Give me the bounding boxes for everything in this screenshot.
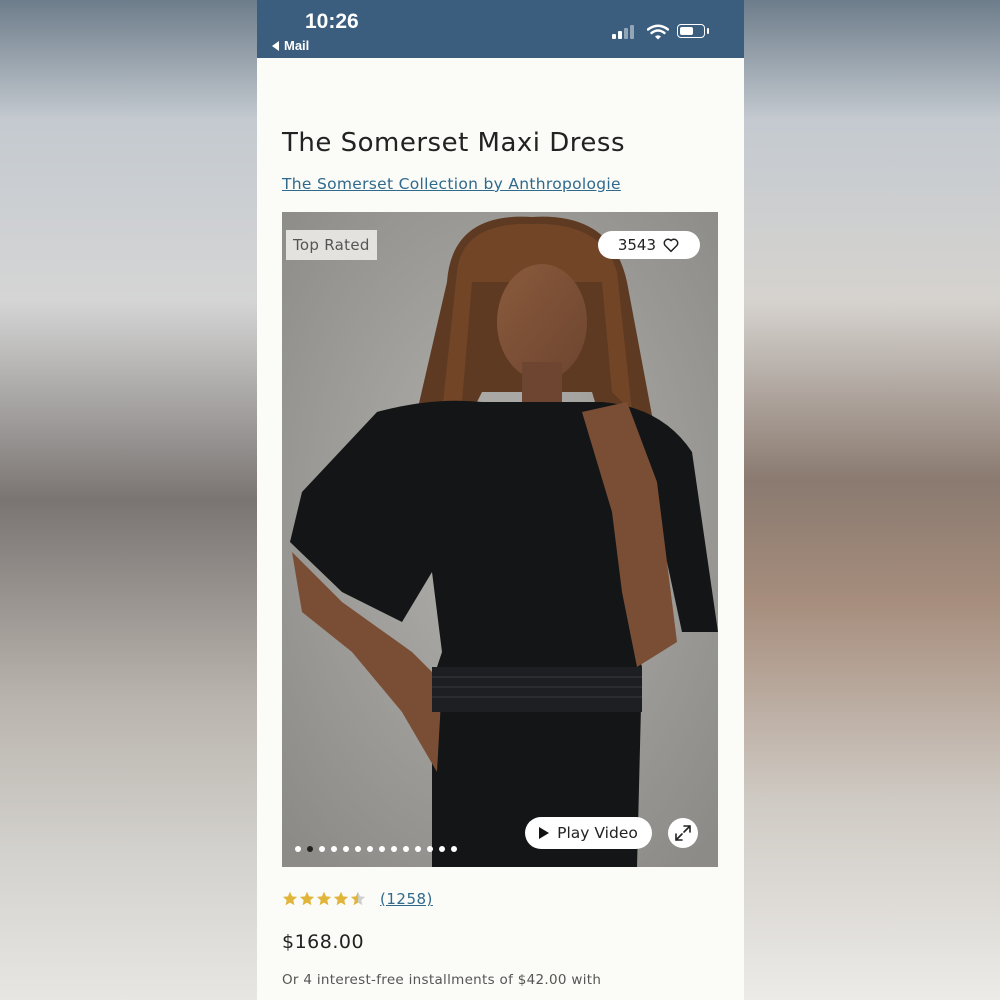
carousel-dot[interactable] bbox=[439, 846, 445, 852]
play-video-button[interactable]: Play Video bbox=[525, 817, 652, 849]
product-title: The Somerset Maxi Dress bbox=[282, 128, 626, 158]
status-bar: 10:26 Mail bbox=[257, 0, 744, 58]
rating-row: (1258) bbox=[282, 890, 433, 908]
star-rating bbox=[282, 891, 367, 907]
star-icon bbox=[333, 891, 349, 906]
carousel-dot[interactable] bbox=[367, 846, 373, 852]
expand-image-button[interactable] bbox=[668, 818, 698, 848]
phone-screen: 10:26 Mail The Somerset Maxi Dress The S… bbox=[257, 0, 744, 1000]
back-to-mail-button[interactable]: Mail bbox=[272, 38, 309, 53]
star-icon bbox=[350, 891, 366, 906]
like-button[interactable]: 3543 bbox=[597, 231, 700, 259]
reviews-link[interactable]: (1258) bbox=[380, 890, 433, 908]
carousel-dot[interactable] bbox=[295, 846, 301, 852]
product-photo bbox=[282, 212, 718, 867]
carousel-dot[interactable] bbox=[427, 846, 433, 852]
like-count: 3543 bbox=[617, 236, 656, 254]
carousel-dot[interactable] bbox=[391, 846, 397, 852]
carousel-dot[interactable] bbox=[319, 846, 325, 852]
wifi-icon bbox=[647, 24, 669, 40]
back-arrow-icon bbox=[272, 40, 279, 51]
star-icon bbox=[282, 891, 298, 906]
carousel-dot[interactable] bbox=[379, 846, 385, 852]
star-icon bbox=[316, 891, 332, 906]
heart-icon bbox=[663, 238, 679, 253]
installments-text: Or 4 interest-free installments of $42.0… bbox=[282, 972, 602, 988]
status-time: 10:26 bbox=[305, 10, 359, 33]
carousel-dot[interactable] bbox=[451, 846, 457, 852]
background-blur-right bbox=[744, 0, 1000, 1000]
back-mail-label: Mail bbox=[284, 38, 310, 53]
top-rated-badge: Top Rated bbox=[286, 230, 377, 260]
product-price: $168.00 bbox=[282, 931, 365, 953]
carousel-dot[interactable] bbox=[331, 846, 337, 852]
star-icon bbox=[299, 891, 315, 906]
cellular-signal-icon bbox=[612, 25, 634, 39]
play-icon bbox=[539, 827, 550, 839]
background-blur-left bbox=[0, 0, 257, 1000]
play-video-label: Play Video bbox=[557, 824, 638, 842]
expand-icon bbox=[675, 825, 691, 841]
collection-link[interactable]: The Somerset Collection by Anthropologie bbox=[282, 175, 621, 193]
carousel-dot[interactable] bbox=[403, 846, 409, 852]
product-image-carousel[interactable]: Top Rated 3543 Play Video bbox=[282, 212, 718, 867]
battery-icon bbox=[677, 24, 709, 38]
carousel-dot[interactable] bbox=[355, 846, 361, 852]
carousel-dot[interactable] bbox=[343, 846, 349, 852]
carousel-dot[interactable] bbox=[415, 846, 421, 852]
carousel-dots bbox=[295, 846, 457, 852]
carousel-dot[interactable] bbox=[307, 846, 313, 852]
